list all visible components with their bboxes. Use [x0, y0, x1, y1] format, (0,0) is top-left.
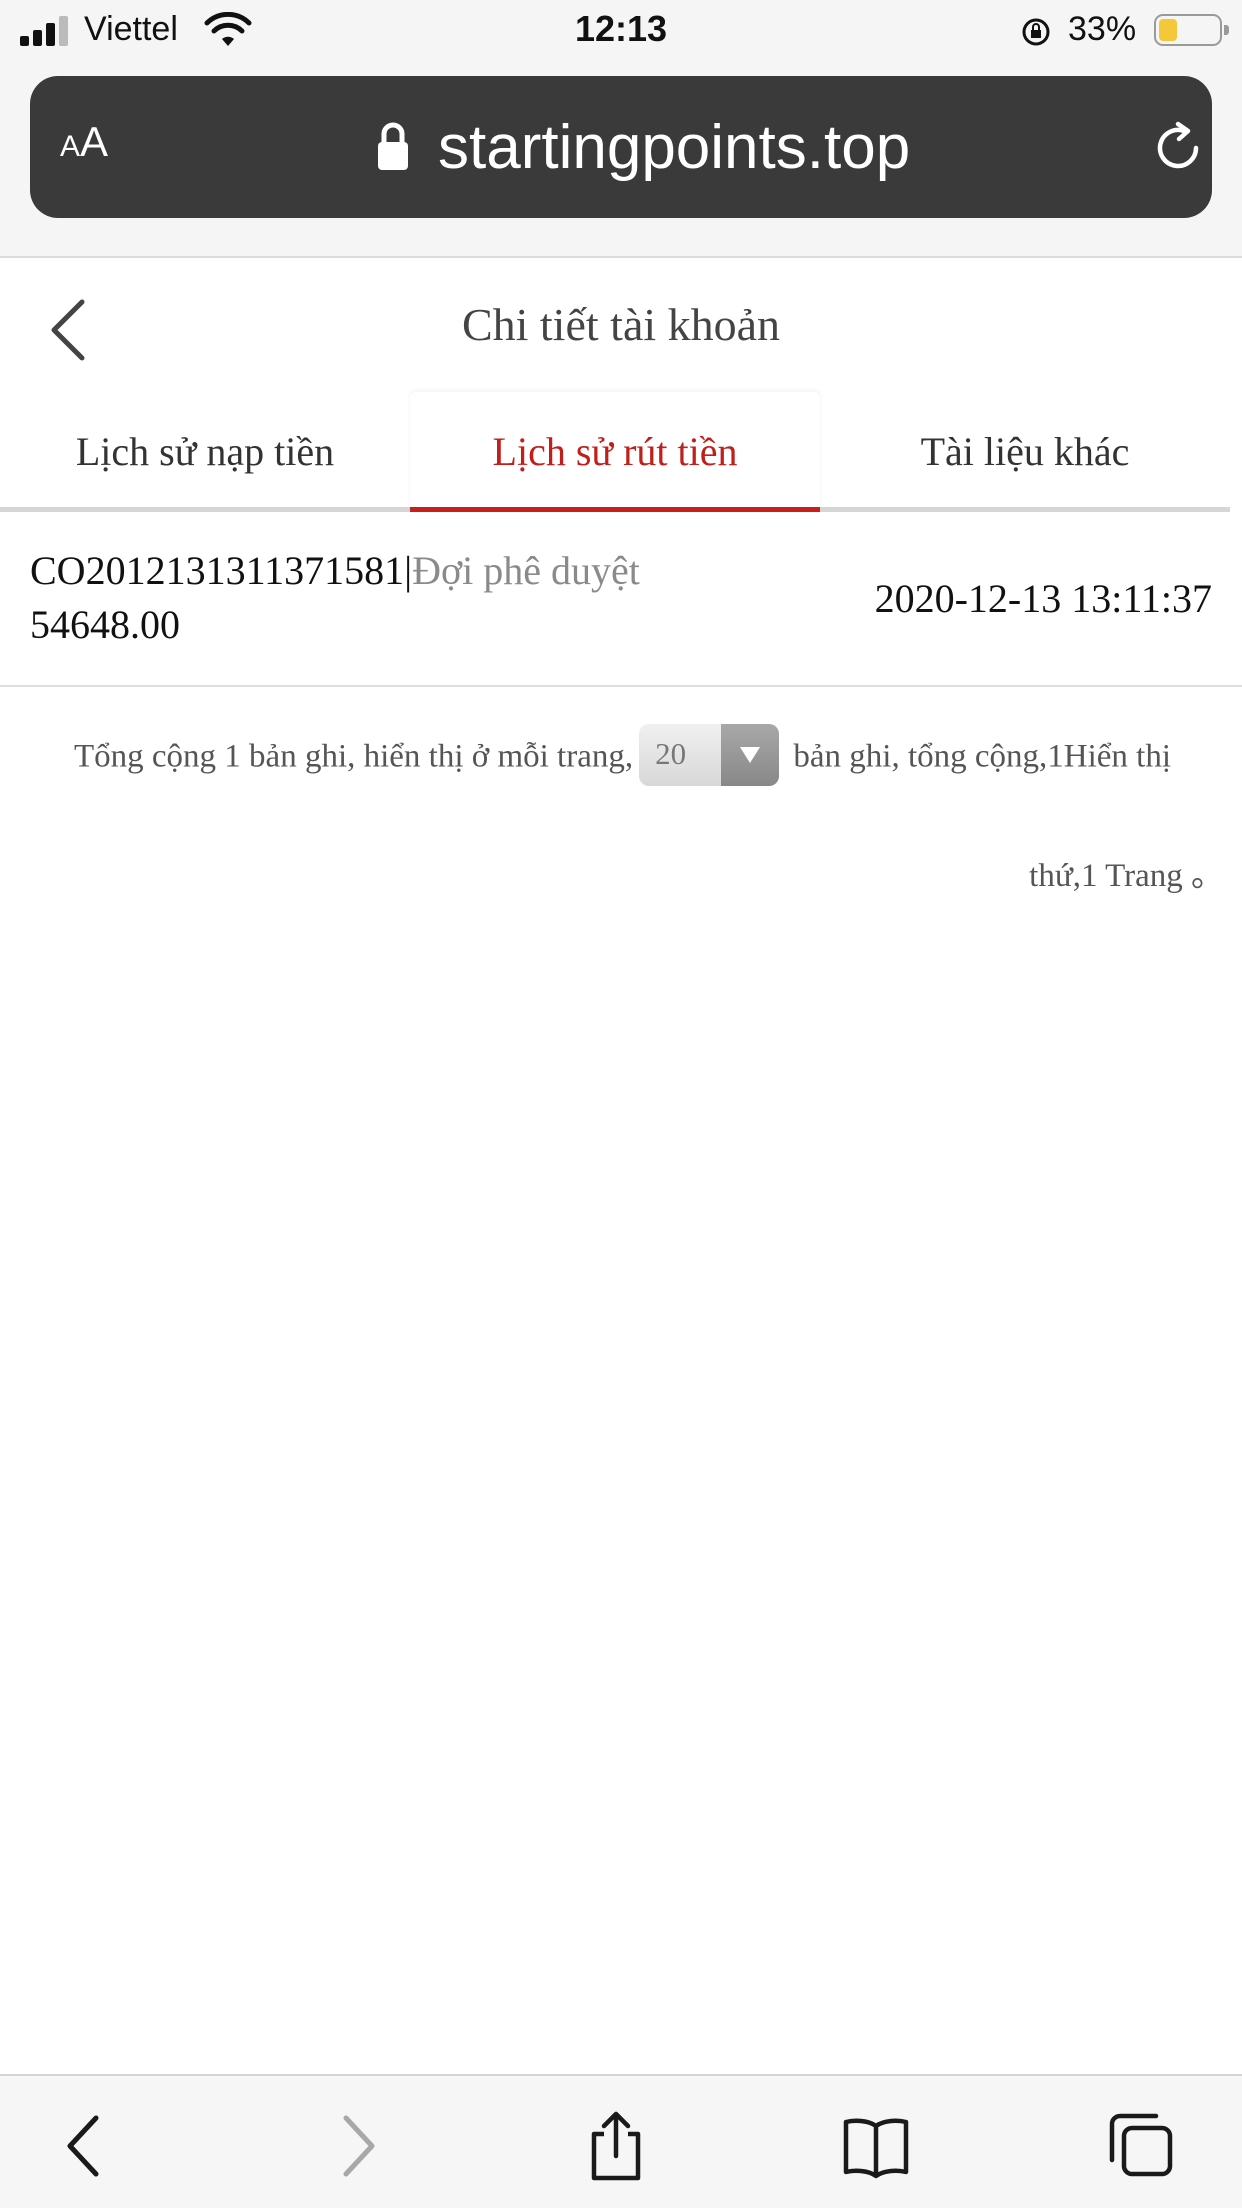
page-size-value: 20 [655, 736, 687, 771]
record-time: 2020-12-13 13:11:37 [874, 576, 1212, 621]
battery-percent: 33% [1068, 10, 1137, 48]
share-icon[interactable] [580, 2110, 652, 2182]
reload-icon[interactable] [1150, 120, 1206, 176]
pagination-page-info: thứ,1 Trang 。 [1029, 858, 1224, 894]
page-title: Chi tiết tài khoản [461, 299, 781, 350]
pagination-summary: Tổng cộng 1 bản ghi, hiển thị ở mỗi tran… [74, 724, 1171, 790]
battery-icon [1154, 14, 1229, 46]
dropdown-arrow-icon[interactable] [721, 724, 780, 786]
record-amount: 54648.00 [30, 602, 180, 647]
url-text[interactable]: startingpoints.top [438, 112, 910, 183]
record-separator: | [404, 548, 413, 593]
page-size-select[interactable]: 20 [639, 724, 780, 786]
tab-other-documents[interactable]: Tài liệu khác [820, 392, 1230, 512]
orientation-lock-icon [1022, 18, 1050, 46]
list-item[interactable]: CO2012131311371581|Đợi phê duyệt 54648.0… [0, 517, 1242, 687]
page-header: Chi tiết tài khoản [0, 258, 1242, 392]
browser-chrome: AA startingpoints.top [0, 62, 1242, 258]
browser-toolbar [0, 2074, 1242, 2208]
pagination-text-after: bản ghi, tổng cộng,1Hiển thị [793, 738, 1171, 775]
tab-withdraw-history[interactable]: Lịch sử rút tiền [410, 392, 820, 512]
record-id: CO2012131311371581 [30, 548, 405, 593]
forward-arrow-icon[interactable] [320, 2110, 392, 2182]
pagination-text-before: Tổng cộng 1 bản ghi, hiển thị ở mỗi tran… [74, 738, 634, 775]
record-status: Đợi phê duyệt [412, 548, 640, 593]
tabs-icon[interactable] [1104, 2110, 1176, 2182]
lock-icon [378, 122, 408, 170]
tab-bar: Lịch sử nạp tiền Lịch sử rút tiền Tài li… [0, 392, 1230, 512]
back-arrow-icon[interactable] [50, 2110, 122, 2182]
status-time: 12:13 [574, 8, 668, 49]
address-bar[interactable]: AA startingpoints.top [30, 76, 1212, 218]
bookmarks-icon[interactable] [840, 2110, 912, 2182]
tab-deposit-history[interactable]: Lịch sử nạp tiền [0, 392, 410, 512]
text-size-button[interactable]: AA [60, 118, 108, 166]
status-bar: Viettel 12:13 33% [0, 0, 1242, 62]
record-id-line: CO2012131311371581|Đợi phê duyệt [30, 547, 640, 594]
